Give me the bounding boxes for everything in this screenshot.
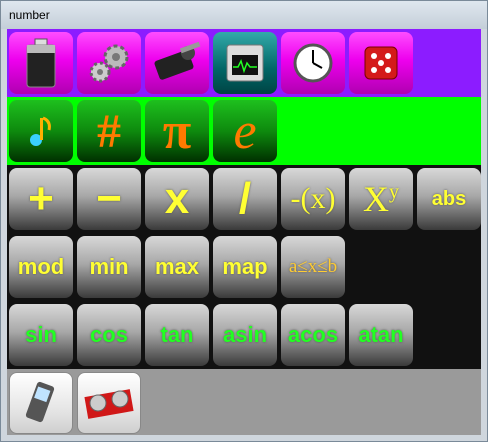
cos-button[interactable]: cos [77,304,141,366]
pi-button[interactable]: π [145,100,209,162]
negate-label: -(x) [290,182,336,215]
pi-icon: π [162,102,192,160]
system-monitor-icon [223,41,267,85]
max-label: max [154,254,200,279]
clock-button[interactable] [281,32,345,94]
mobile-phone-button[interactable] [9,372,73,434]
gears-button[interactable] [77,32,141,94]
negate-button[interactable]: -(x) [281,168,345,230]
divide-button[interactable]: / [213,168,277,230]
sin-button[interactable]: sin [9,304,73,366]
min-label: min [89,254,129,279]
dice-button[interactable] [349,32,413,94]
asin-label: asin [222,322,268,347]
cos-label: cos [90,322,128,347]
window-title: number [9,8,50,22]
power-exponent: y [389,181,399,203]
tan-label: tan [160,322,194,347]
ultrasonic-sensor-icon [82,383,136,423]
mod-label: mod [17,254,65,279]
euler-e-icon: e [233,102,257,160]
tan-button[interactable]: tan [145,304,209,366]
abs-label: abs [431,187,467,210]
power-label: Xy [363,178,399,220]
music-note-button[interactable] [9,100,73,162]
acos-button[interactable]: acos [281,304,345,366]
ultrasonic-sensor-button[interactable] [77,372,141,434]
minus-button[interactable]: − [77,168,141,230]
range-button[interactable]: a≤x≤b [281,236,345,298]
map-label: map [222,254,268,279]
plus-button[interactable]: + [9,168,73,230]
divide-label: / [238,174,252,223]
mobile-phone-icon [19,379,63,427]
battery-button[interactable] [9,32,73,94]
multiply-label: x [164,174,190,223]
euler-e-button[interactable]: e [213,100,277,162]
map-button[interactable]: map [213,236,277,298]
device-blocks-row [7,29,481,97]
atan-label: atan [358,322,404,347]
min-button[interactable]: min [77,236,141,298]
system-monitor-button[interactable] [213,32,277,94]
sensors-row [7,369,481,435]
music-note-icon [26,113,56,149]
trig-row: sin cos tan asin acos atan [7,301,481,369]
constants-row: # π e [7,97,481,165]
power-base: X [363,179,389,219]
hash-button[interactable]: # [77,100,141,162]
servo-button[interactable] [145,32,209,94]
battery-icon [21,37,61,89]
asin-button[interactable]: asin [213,304,277,366]
range-label: a≤x≤b [288,256,338,277]
max-button[interactable]: max [145,236,209,298]
functions-row: mod min max map a≤x≤b [7,233,481,301]
atan-button[interactable]: atan [349,304,413,366]
servo-motor-icon [150,41,204,85]
gears-icon [84,41,134,85]
sin-label: sin [25,322,57,347]
multiply-button[interactable]: x [145,168,209,230]
acos-label: acos [287,322,339,347]
power-button[interactable]: Xy [349,168,413,230]
abs-button[interactable]: abs [417,168,481,230]
minus-label: − [96,174,122,223]
mod-button[interactable]: mod [9,236,73,298]
app-window: number # π e + − x / -(x) Xy abs mod min… [0,0,488,442]
plus-label: + [28,174,54,223]
dice-icon [359,41,403,85]
arithmetic-row: + − x / -(x) Xy abs [7,165,481,233]
hash-icon: # [97,104,121,158]
block-palette: # π e + − x / -(x) Xy abs mod min max ma… [7,29,481,435]
clock-icon [291,41,335,85]
title-bar: number [1,1,487,29]
